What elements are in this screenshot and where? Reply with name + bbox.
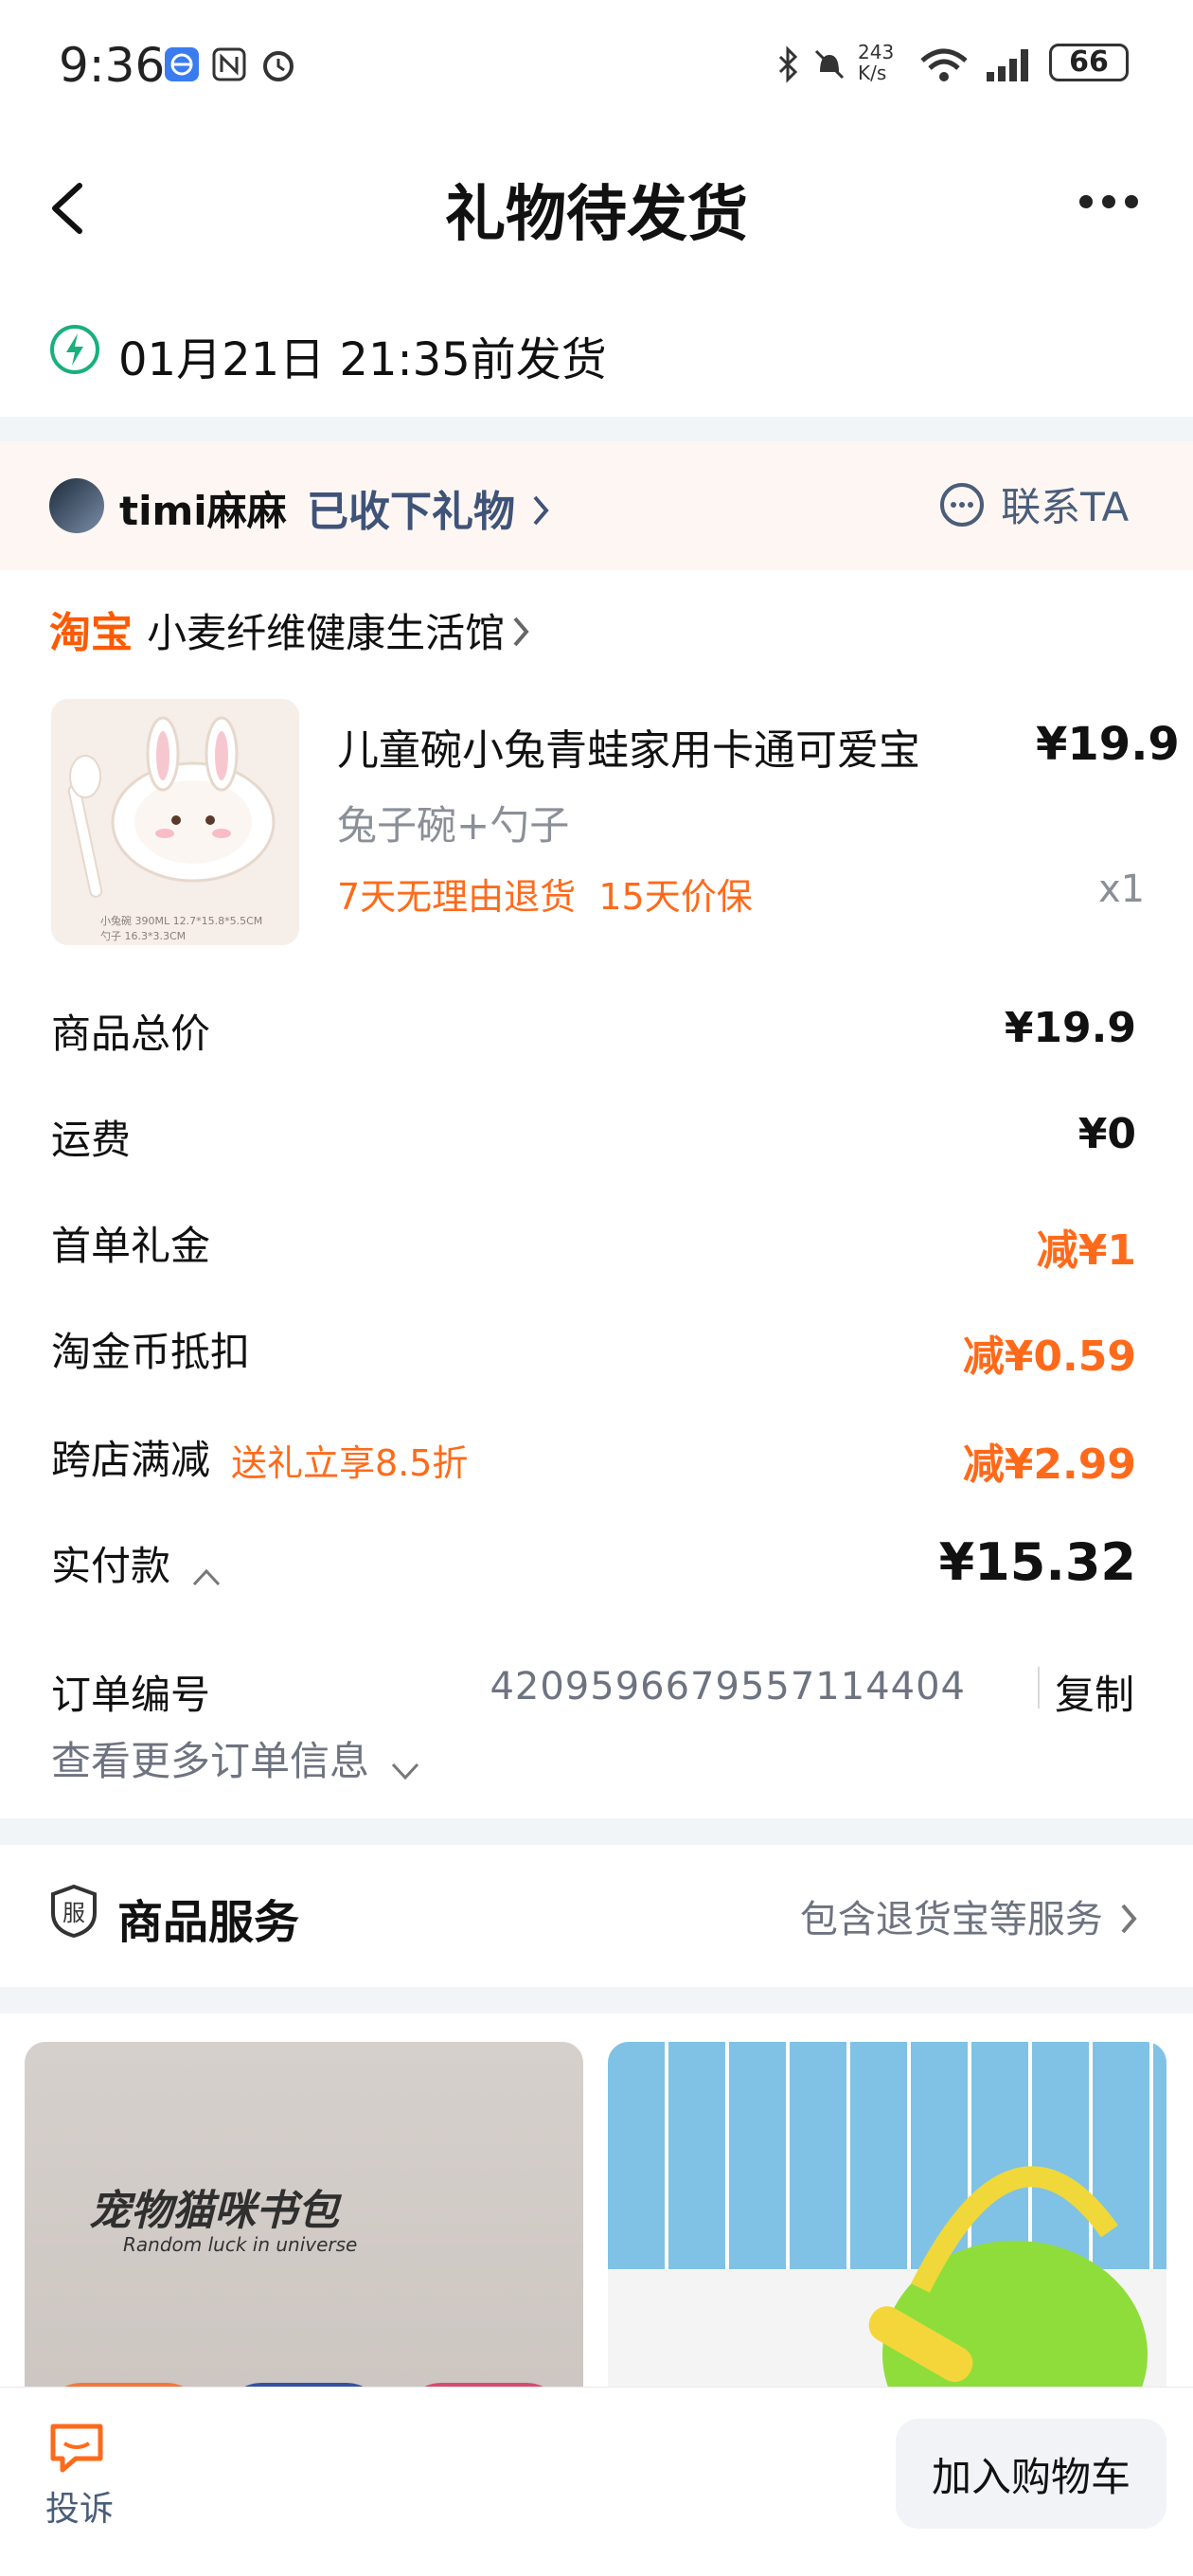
summary-value-cross-store: 减¥2.99 (963, 1430, 1136, 1491)
summary-label-shipping: 运费 (51, 1108, 131, 1166)
order-number: 4209596679557114404 (490, 1665, 966, 1708)
summary-label-coins: 淘金币抵扣 (51, 1320, 250, 1378)
summary-value-coins: 减¥0.59 (963, 1322, 1136, 1383)
contact-button[interactable]: 联系TA (937, 475, 1129, 533)
complain-label: 投诉 (45, 2481, 114, 2531)
svg-text:服: 服 (62, 1900, 85, 1926)
more-order-info-label: 查看更多订单信息 (51, 1738, 369, 1784)
order-number-label: 订单编号 (51, 1663, 210, 1721)
service-shield-icon: 服 (47, 1883, 100, 1943)
complain-button[interactable] (47, 2421, 106, 2478)
service-detail-link[interactable]: 包含退货宝等服务 (800, 1888, 1140, 1943)
shop-name: 小麦纤维健康生活馆 (147, 610, 505, 656)
summary-value-total: ¥19.9 (1005, 1004, 1136, 1052)
summary-label-cross-store: 跨店满减 (51, 1428, 210, 1486)
status-bar: 9:36 243 K/s 66 (0, 0, 1193, 142)
browser-icon (163, 45, 201, 83)
chevron-down-icon (389, 1759, 421, 1783)
contact-label: 联系TA (1001, 484, 1129, 530)
battery-indicator: 66 (1049, 44, 1129, 81)
service-detail: 包含退货宝等服务 (800, 1898, 1103, 1941)
product-service-tags: 7天无理由退货 15天价保 (337, 868, 753, 920)
gift-status-link[interactable]: 已收下礼物 (307, 477, 552, 538)
signal-icon (985, 45, 1038, 83)
product-spec: 兔子碗+勺子 (337, 794, 569, 851)
shipping-deadline: 01月21日 21:35前发货 (118, 322, 607, 388)
platform-tag: 淘宝 (49, 609, 133, 657)
divider (0, 417, 1193, 443)
chevron-up-icon (190, 1564, 223, 1588)
summary-value-shipping: ¥0 (1078, 1110, 1136, 1158)
recommend-title: 宠物猫咪书包 (89, 2176, 339, 2237)
service-label: 商品服务 (117, 1885, 299, 1951)
gift-status-label: 已收下礼物 (307, 488, 515, 536)
copy-button[interactable]: 复制 (1055, 1663, 1134, 1721)
chevron-right-icon (509, 613, 532, 651)
avatar (49, 478, 104, 533)
recipient-name: timi麻麻 (119, 479, 287, 537)
status-time: 9:36 (59, 38, 165, 93)
product-image[interactable]: 小兔碗 390ML 12.7*15.8*5.5CM 勺子 16.3*3.3CM (51, 699, 299, 945)
product-price: ¥19.9 (1036, 718, 1180, 771)
paid-value: ¥15.32 (939, 1532, 1136, 1592)
product-quantity: x1 (1098, 868, 1145, 911)
alarm-icon (259, 45, 297, 83)
nfc-icon (210, 45, 248, 83)
divider (1038, 1667, 1040, 1708)
net-speed: 243 K/s (858, 42, 894, 83)
recommend-subtitle: Random luck in universe (123, 2233, 357, 2256)
more-order-info-toggle[interactable]: 查看更多订单信息 (51, 1729, 421, 1787)
shop-link[interactable]: 淘宝 小麦纤维健康生活馆 (49, 599, 532, 659)
summary-subtag-cross-store: 送礼立享8.5折 (231, 1434, 468, 1486)
bunny-bowl-illustration (51, 699, 299, 945)
paid-toggle[interactable]: 实付款 (51, 1534, 223, 1592)
summary-value-gift-cash: 减¥1 (1037, 1216, 1136, 1277)
chat-bubble-icon (937, 480, 987, 529)
paid-label: 实付款 (51, 1543, 170, 1589)
chevron-right-icon (529, 492, 552, 529)
complaint-chat-icon (47, 2421, 106, 2474)
chevron-right-icon (1117, 1900, 1140, 1938)
product-title[interactable]: 儿童碗小兔青蛙家用卡通可爱宝 (337, 716, 920, 777)
summary-label-gift-cash: 首单礼金 (51, 1214, 210, 1272)
divider (0, 1987, 1193, 2013)
mute-icon (810, 45, 848, 83)
thumb-caption-1: 小兔碗 390ML 12.7*15.8*5.5CM (100, 913, 262, 928)
add-to-cart-button[interactable]: 加入购物车 (896, 2419, 1166, 2529)
divider (0, 1818, 1193, 1845)
lightning-icon (49, 324, 100, 379)
bluetooth-icon (769, 45, 807, 83)
more-options-button[interactable] (1079, 194, 1148, 212)
thumb-caption-2: 勺子 16.3*3.3CM (100, 928, 186, 943)
page-title: 礼物待发货 (0, 166, 1193, 253)
wifi-icon (918, 45, 970, 83)
summary-label-total: 商品总价 (51, 1002, 210, 1060)
